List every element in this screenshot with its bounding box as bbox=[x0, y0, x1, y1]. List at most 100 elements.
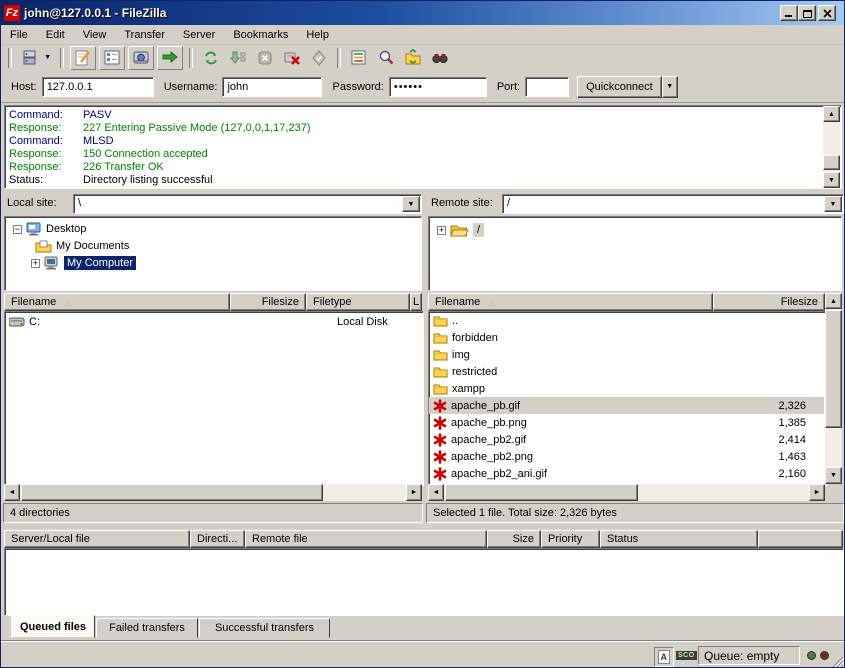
image-file-icon bbox=[433, 416, 447, 430]
tree-item-desktop[interactable]: − Desktop bbox=[13, 221, 86, 237]
refresh-button[interactable] bbox=[199, 47, 223, 69]
directory-comparison-button[interactable] bbox=[374, 47, 398, 69]
queue-column-remote-file[interactable]: Remote file bbox=[245, 530, 487, 548]
scroll-right-icon[interactable]: ► bbox=[406, 484, 422, 501]
reconnect-button[interactable] bbox=[307, 47, 331, 69]
chevron-down-icon[interactable]: ▼ bbox=[402, 196, 420, 212]
menu-help[interactable]: Help bbox=[297, 27, 338, 43]
quickconnect-button[interactable]: Quickconnect bbox=[577, 76, 662, 98]
tab-successful-transfers[interactable]: Successful transfers bbox=[199, 618, 330, 638]
quickconnect-dropdown-button[interactable]: ▼ bbox=[662, 76, 678, 98]
folder-icon bbox=[433, 349, 448, 361]
menu-file[interactable]: File bbox=[1, 27, 37, 43]
queue-column-size[interactable]: Size bbox=[487, 530, 541, 548]
tab-queued-files[interactable]: Queued files bbox=[11, 615, 95, 638]
remote-column-filesize[interactable]: Filesize bbox=[713, 293, 825, 311]
chevron-down-icon[interactable]: ▼ bbox=[824, 196, 842, 212]
toggle-remote-tree-button[interactable] bbox=[128, 46, 154, 70]
speedlimit-indicator-icon[interactable]: SCO bbox=[676, 651, 697, 660]
site-manager-dropdown-icon[interactable]: ▼ bbox=[44, 54, 51, 61]
scroll-down-icon[interactable]: ▼ bbox=[823, 172, 840, 188]
scroll-right-icon[interactable]: ► bbox=[809, 484, 825, 501]
scrollbar-thumb[interactable] bbox=[21, 484, 323, 501]
process-queue-button[interactable] bbox=[226, 47, 250, 69]
remote-site-combo[interactable]: / ▼ bbox=[502, 194, 844, 214]
sort-ascending-icon: △ bbox=[64, 297, 71, 308]
directory-filters-button[interactable] bbox=[347, 47, 371, 69]
queue-column-server-local-file[interactable]: Server/Local file bbox=[4, 530, 190, 548]
scroll-left-icon[interactable]: ◄ bbox=[428, 484, 444, 501]
tab-failed-transfers[interactable]: Failed transfers bbox=[96, 618, 198, 638]
port-input[interactable] bbox=[525, 77, 569, 97]
collapse-icon[interactable]: − bbox=[13, 225, 22, 234]
local-tree[interactable]: − Desktop My Documents + My Computer bbox=[4, 216, 422, 291]
scroll-up-icon[interactable]: ▲ bbox=[825, 293, 842, 309]
remote-file-row[interactable]: .. bbox=[429, 312, 824, 329]
remote-file-row[interactable]: img bbox=[429, 346, 824, 363]
menu-edit[interactable]: Edit bbox=[37, 27, 74, 43]
remote-tree[interactable]: + / bbox=[428, 216, 842, 291]
log-scrollbar[interactable]: ▲ ▼ bbox=[823, 106, 840, 188]
toggle-transfer-queue-button[interactable] bbox=[157, 46, 183, 70]
minimize-button[interactable] bbox=[780, 5, 798, 21]
resize-grip[interactable] bbox=[831, 655, 844, 668]
site-manager-icon bbox=[21, 49, 39, 67]
toggle-local-tree-button[interactable] bbox=[99, 46, 125, 70]
menu-bookmarks[interactable]: Bookmarks bbox=[224, 27, 297, 43]
password-input[interactable]: •••••• bbox=[389, 77, 487, 97]
expand-icon[interactable]: + bbox=[31, 259, 40, 268]
remote-list-hscrollbar[interactable]: ◄ ► bbox=[428, 484, 825, 501]
remote-file-row-selected[interactable]: apache_pb.gif 2,326 bbox=[429, 397, 824, 414]
remote-list-vscrollbar[interactable]: ▲ ▼ bbox=[825, 293, 842, 484]
find-files-button[interactable] bbox=[428, 47, 452, 69]
remote-file-row[interactable]: apache_pb.png 1,385 bbox=[429, 414, 824, 431]
local-column-filename[interactable]: Filename△ bbox=[4, 293, 230, 311]
menu-server[interactable]: Server bbox=[174, 27, 224, 43]
remote-file-row[interactable]: apache_pb2.png 1,463 bbox=[429, 448, 824, 465]
scrollbar-thumb[interactable] bbox=[823, 155, 840, 170]
menu-transfer[interactable]: Transfer bbox=[115, 27, 174, 43]
toggle-message-log-button[interactable] bbox=[70, 46, 96, 70]
my-computer-icon bbox=[44, 256, 60, 270]
host-input[interactable]: 127.0.0.1 bbox=[42, 77, 154, 97]
scrollbar-thumb[interactable] bbox=[445, 484, 638, 501]
scrollbar-thumb[interactable] bbox=[825, 310, 842, 428]
remote-file-row[interactable]: apache_pb2_ani.gif 2,160 bbox=[429, 465, 824, 482]
scroll-up-icon[interactable]: ▲ bbox=[823, 106, 840, 122]
scroll-left-icon[interactable]: ◄ bbox=[4, 484, 20, 501]
tree-item-root[interactable]: + / bbox=[437, 222, 484, 238]
remote-file-row[interactable]: restricted bbox=[429, 363, 824, 380]
queue-column-priority[interactable]: Priority bbox=[541, 530, 600, 548]
username-input[interactable]: john bbox=[222, 77, 322, 97]
local-site-combo[interactable]: \ ▼ bbox=[73, 194, 422, 214]
site-manager-button[interactable]: ▼ bbox=[18, 47, 54, 69]
remote-column-filename[interactable]: Filename△ bbox=[428, 293, 713, 311]
scroll-down-icon[interactable]: ▼ bbox=[825, 467, 842, 484]
transfer-queue-list[interactable] bbox=[4, 548, 844, 616]
maximize-button[interactable] bbox=[798, 5, 816, 21]
queue-column-direction[interactable]: Directi... bbox=[190, 530, 245, 548]
directory-comparison-icon bbox=[377, 49, 395, 67]
title-bar[interactable]: Fz john@127.0.0.1 - FileZilla bbox=[1, 1, 845, 25]
disconnect-button[interactable] bbox=[280, 47, 304, 69]
remote-file-row[interactable]: xampp bbox=[429, 380, 824, 397]
local-column-filetype[interactable]: Filetype bbox=[306, 293, 410, 311]
tree-item-my-documents[interactable]: My Documents bbox=[35, 238, 129, 254]
remote-file-list[interactable]: .. forbidden img restricted xampp apache… bbox=[428, 311, 827, 486]
queue-column-status[interactable]: Status bbox=[600, 530, 758, 548]
menu-view[interactable]: View bbox=[74, 27, 116, 43]
local-list-hscrollbar[interactable]: ◄ ► bbox=[4, 484, 422, 501]
local-file-row[interactable]: C: Local Disk bbox=[5, 313, 421, 330]
synchronized-browsing-button[interactable] bbox=[401, 47, 425, 69]
expand-icon[interactable]: + bbox=[437, 226, 446, 235]
close-button[interactable] bbox=[818, 5, 836, 21]
local-column-filesize[interactable]: Filesize bbox=[230, 293, 306, 311]
transfer-type-indicator[interactable]: A bbox=[654, 647, 674, 667]
remote-file-row[interactable]: apache_pb2.gif 2,414 bbox=[429, 431, 824, 448]
cancel-operation-button[interactable] bbox=[253, 47, 277, 69]
tree-item-my-computer[interactable]: + My Computer bbox=[31, 255, 136, 271]
local-column-lastmodified[interactable]: L bbox=[410, 293, 422, 311]
remote-file-row[interactable]: forbidden bbox=[429, 329, 824, 346]
local-file-list[interactable]: C: Local Disk bbox=[4, 311, 424, 486]
message-log[interactable]: Command:PASV Response:227 Entering Passi… bbox=[4, 105, 842, 189]
